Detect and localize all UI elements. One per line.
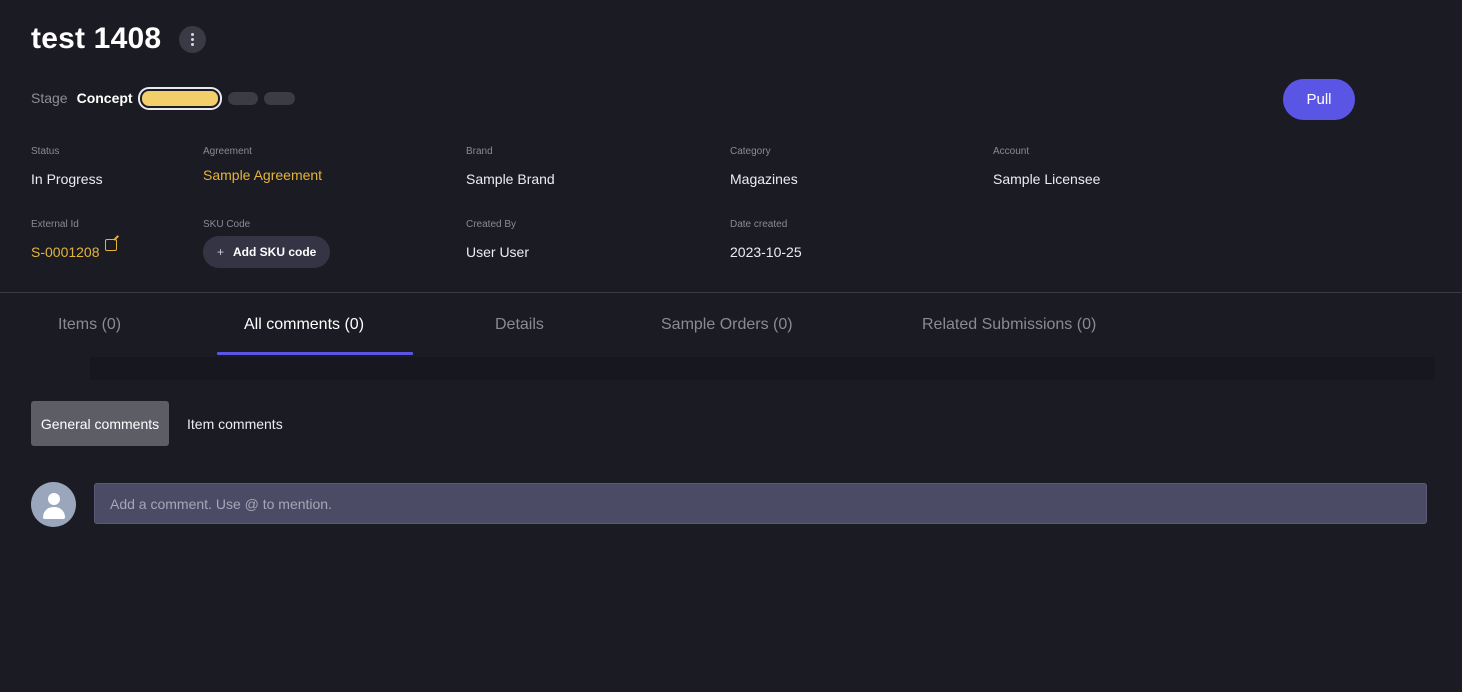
created-by-field: Created By User User — [466, 219, 529, 260]
category-label: Category — [730, 146, 771, 157]
agreement-link[interactable]: Sample Agreement — [203, 167, 322, 183]
stage-step-3[interactable] — [263, 91, 295, 105]
tab-details[interactable]: Details — [495, 316, 544, 334]
comment-input[interactable] — [94, 483, 1427, 524]
brand-label: Brand — [466, 146, 493, 157]
more-vertical-icon — [191, 32, 195, 36]
status-field: Status In Progress — [31, 146, 103, 187]
external-link-icon[interactable] — [104, 239, 117, 251]
external-id-link[interactable]: S-0001208 — [31, 239, 117, 260]
general-comments-button[interactable]: General comments — [31, 401, 169, 446]
stage-step-2[interactable] — [227, 91, 258, 105]
active-tab-indicator — [217, 352, 413, 355]
category-field: Category Magazines — [730, 146, 798, 187]
stage-step-concept[interactable] — [141, 90, 218, 106]
created-by-value: User User — [466, 244, 530, 260]
stage-value: Concept — [76, 90, 133, 106]
stage-row: Stage Concept — [31, 90, 295, 106]
more-options-button[interactable] — [179, 25, 207, 53]
account-field: Account Sample Licensee — [993, 146, 1100, 187]
add-sku-code-button[interactable]: + Add SKU code — [203, 236, 331, 268]
external-id-value: S-0001208 — [31, 244, 100, 260]
account-label: Account — [993, 146, 1030, 157]
created-by-label: Created By — [466, 219, 517, 230]
tab-related-submissions[interactable]: Related Submissions (0) — [922, 316, 1096, 334]
user-avatar-icon — [31, 482, 76, 527]
avatar-body — [43, 507, 65, 519]
account-value: Sample Licensee — [993, 171, 1101, 187]
more-vertical-icon-dot — [191, 37, 195, 41]
stage-progress — [141, 90, 295, 106]
status-label: Status — [31, 146, 60, 157]
submission-page: test 1408 Stage Concept Pull Status In P… — [0, 0, 1462, 692]
external-id-field: External Id S-0001208 — [31, 219, 117, 260]
item-comments-button[interactable]: Item comments — [169, 401, 301, 446]
add-sku-code-label: Add SKU code — [233, 245, 317, 259]
more-vertical-icon-dot — [191, 42, 195, 46]
comment-filter: General comments Item comments — [31, 401, 301, 446]
date-created-value: 2023-10-25 — [730, 244, 802, 260]
tab-items[interactable]: Items (0) — [58, 316, 121, 334]
brand-field: Brand Sample Brand — [466, 146, 555, 187]
stage-label: Stage — [31, 90, 68, 106]
pull-button[interactable]: Pull — [1283, 79, 1355, 120]
page-title: test 1408 — [31, 22, 162, 55]
date-created-label: Date created — [730, 219, 788, 230]
sku-code-label: SKU Code — [203, 219, 251, 230]
plus-icon: + — [217, 245, 225, 259]
tab-sample-orders[interactable]: Sample Orders (0) — [661, 316, 793, 334]
avatar-head — [48, 493, 60, 505]
brand-value: Sample Brand — [466, 171, 555, 187]
tab-all-comments[interactable]: All comments (0) — [244, 316, 364, 334]
header-divider — [0, 292, 1462, 293]
title-row: test 1408 — [31, 22, 207, 56]
status-value: In Progress — [31, 171, 103, 187]
agreement-label: Agreement — [203, 146, 252, 157]
date-created-field: Date created 2023-10-25 — [730, 219, 802, 260]
tab-bar: Items (0) All comments (0) Details Sampl… — [0, 300, 1462, 356]
external-id-label: External Id — [31, 219, 79, 230]
category-value: Magazines — [730, 171, 798, 187]
sku-code-field: SKU Code + Add SKU code — [203, 219, 331, 268]
agreement-field: Agreement Sample Agreement — [203, 146, 322, 183]
tab-shadow — [90, 357, 1435, 380]
